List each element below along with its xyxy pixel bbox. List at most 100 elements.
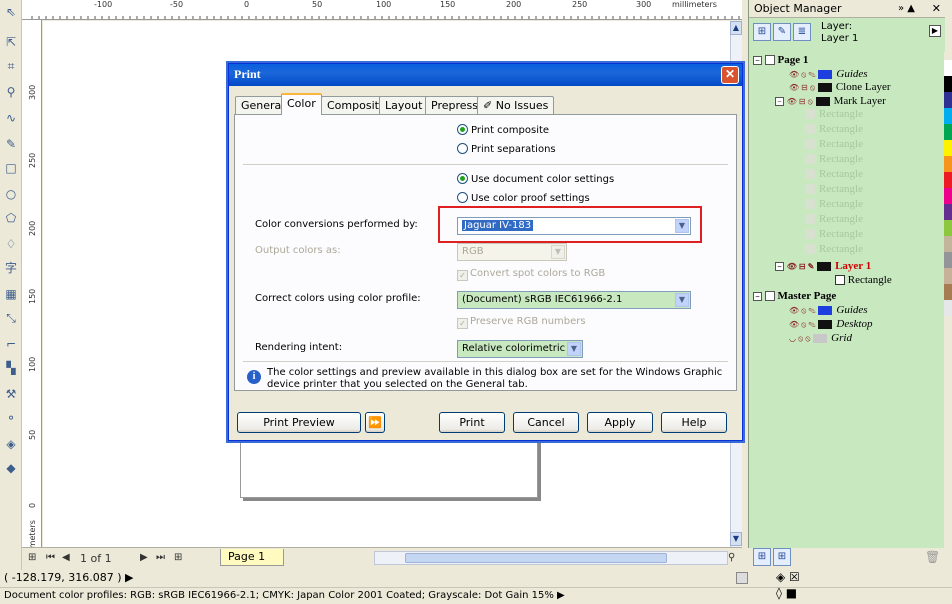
outline-indicator-icon[interactable]: ◊ ■ <box>776 586 797 600</box>
print-button[interactable]: Print <box>439 412 505 433</box>
zoom-tool-icon[interactable]: ⚲ <box>3 84 19 100</box>
tab-prepress[interactable]: Prepress <box>425 96 484 114</box>
docker-close-icon[interactable]: ✕ <box>932 0 941 17</box>
layer-visibility-icons[interactable]: 👁 ⦸ ✎ <box>789 320 816 329</box>
collapse-icon[interactable]: − <box>775 262 784 271</box>
horizontal-scroll-thumb[interactable] <box>405 553 667 563</box>
new-layer-icon[interactable]: ⊞ <box>753 548 771 566</box>
chevron-down-icon[interactable]: ▼ <box>675 293 689 307</box>
cancel-button[interactable]: Cancel <box>513 412 579 433</box>
output-colors-select[interactable]: RGB ▼ <box>457 243 567 261</box>
pick-tool-icon[interactable]: ⇖ <box>3 4 19 20</box>
tree-mark-rectangle[interactable]: Rectangle <box>805 108 863 121</box>
page-setup-icon[interactable]: ⊞ <box>28 552 36 563</box>
chevron-down-icon[interactable]: ▼ <box>567 342 581 356</box>
color-swatch[interactable] <box>944 92 952 108</box>
basic-shapes-tool-icon[interactable]: ♢ <box>3 236 19 252</box>
print-composite-radio[interactable]: Print composite <box>457 124 549 136</box>
shape-tool-icon[interactable]: ⇱ <box>3 34 19 50</box>
flyout-menu-icon[interactable]: ▶ <box>929 25 941 37</box>
fill-tool-icon[interactable]: ◈ <box>3 436 19 452</box>
last-page-button[interactable]: ⏭ <box>156 552 165 563</box>
color-swatch[interactable] <box>944 108 952 124</box>
scroll-down-button[interactable]: ▼ <box>730 532 742 546</box>
color-swatch[interactable] <box>944 300 952 316</box>
layer-manager-view-icon[interactable]: ≣ <box>793 23 811 41</box>
smart-fill-tool-icon[interactable]: ✎ <box>3 136 19 152</box>
tree-rectangle[interactable]: Rectangle <box>835 274 892 287</box>
layer-visibility-icons[interactable]: 👁 ⊟ ⦸ <box>789 83 815 92</box>
tree-mark-rectangle[interactable]: Rectangle <box>805 123 863 136</box>
document-color-profiles[interactable]: Document color profiles: RGB: sRGB IEC61… <box>4 590 554 601</box>
color-swatch[interactable] <box>944 204 952 220</box>
use-document-settings-radio[interactable]: Use document color settings <box>457 173 614 185</box>
layer-visibility-icons[interactable]: 👁 ⦸ ✎ <box>789 306 816 315</box>
table-tool-icon[interactable]: ▦ <box>3 286 19 302</box>
collapse-icon[interactable]: − <box>775 97 784 106</box>
rectangle-tool-icon[interactable]: □ <box>3 160 19 176</box>
eyedropper-tool-icon[interactable]: ⚒ <box>3 386 19 402</box>
rendering-intent-select[interactable]: Relative colorimetric ▼ <box>457 340 583 358</box>
color-swatch[interactable] <box>944 172 952 188</box>
tree-mark-rectangle[interactable]: Rectangle <box>805 198 863 211</box>
tree-clone-layer[interactable]: 👁 ⊟ ⦸ Clone Layer <box>789 81 891 94</box>
layer-visibility-icons[interactable]: 👁 ⦸ ✎ <box>789 70 816 79</box>
preserve-rgb-checkbox[interactable]: ✓ Preserve RGB numbers <box>457 316 586 329</box>
tree-mark-rectangle[interactable]: Rectangle <box>805 228 863 241</box>
tree-desktop[interactable]: 👁 ⦸ ✎ Desktop <box>789 318 872 331</box>
tree-mark-layer[interactable]: − 👁 ⊟ ⦸ Mark Layer <box>775 95 886 108</box>
color-swatch[interactable] <box>944 236 952 252</box>
color-swatch[interactable] <box>944 188 952 204</box>
color-swatch[interactable] <box>944 60 952 76</box>
print-separations-radio[interactable]: Print separations <box>457 143 556 155</box>
delete-icon[interactable]: 🗑 <box>925 550 940 564</box>
zoom-icon[interactable]: ⚲ <box>728 552 735 563</box>
expand-arrow-icon[interactable]: ▶ <box>557 590 565 601</box>
ellipse-tool-icon[interactable]: ○ <box>3 186 19 202</box>
chevron-down-icon[interactable]: ▼ <box>551 245 565 259</box>
status-settings-icon[interactable] <box>736 572 748 584</box>
collapse-icon[interactable]: − <box>753 292 762 301</box>
tree-grid[interactable]: ◡ ⦸ ⦸ Grid <box>789 332 852 345</box>
help-button[interactable]: Help <box>661 412 727 433</box>
color-swatch[interactable] <box>944 140 952 156</box>
horizontal-scrollbar[interactable] <box>374 551 728 565</box>
scroll-up-button[interactable]: ▲ <box>730 21 742 35</box>
page-tab[interactable]: Page 1 <box>220 549 284 566</box>
color-swatch[interactable] <box>944 268 952 284</box>
color-swatch[interactable] <box>944 156 952 172</box>
previous-page-button[interactable]: ◀ <box>62 552 70 563</box>
print-preview-button[interactable]: Print Preview <box>237 412 361 433</box>
tree-master-page[interactable]: − Master Page <box>753 290 836 303</box>
tree-layer-1[interactable]: − 👁 ⊟ ✎ Layer 1 <box>775 260 871 273</box>
next-page-button[interactable]: ▶ <box>140 552 148 563</box>
tab-layout[interactable]: Layout <box>379 96 429 114</box>
apply-button[interactable]: Apply <box>587 412 653 433</box>
tree-mark-rectangle[interactable]: Rectangle <box>805 138 863 151</box>
layer-visibility-icons[interactable]: ◡ ⦸ ⦸ <box>789 334 810 343</box>
tree-mark-rectangle[interactable]: Rectangle <box>805 243 863 256</box>
expand-arrow-icon[interactable]: ▶ <box>125 571 133 584</box>
dimension-tool-icon[interactable]: ⤡ <box>3 310 19 326</box>
connector-tool-icon[interactable]: ⌐ <box>3 336 19 352</box>
tree-page-1[interactable]: − Page 1 <box>753 54 808 67</box>
add-page-icon[interactable]: ⊞ <box>174 552 182 563</box>
layer-visibility-icons[interactable]: 👁 ⊟ ✎ <box>787 262 815 271</box>
collapse-icon[interactable]: − <box>753 56 762 65</box>
interactive-fill-tool-icon[interactable]: ◆ <box>3 460 19 476</box>
crop-tool-icon[interactable]: ⌗ <box>3 58 19 74</box>
color-swatch[interactable] <box>944 252 952 268</box>
color-swatch[interactable] <box>944 76 952 92</box>
show-properties-icon[interactable]: ⊞ <box>753 23 771 41</box>
convert-spot-colors-checkbox[interactable]: ✓ Convert spot colors to RGB <box>457 268 605 281</box>
layer-visibility-icons[interactable]: 👁 ⊟ ⦸ <box>787 97 813 106</box>
tree-mark-rectangle[interactable]: Rectangle <box>805 168 863 181</box>
freehand-tool-icon[interactable]: ∿ <box>3 110 19 126</box>
color-swatch[interactable] <box>944 220 952 236</box>
tree-mark-rectangle[interactable]: Rectangle <box>805 153 863 166</box>
outline-tool-icon[interactable]: ⚬ <box>3 410 19 426</box>
close-icon[interactable]: ✕ <box>721 66 739 84</box>
text-tool-icon[interactable]: 字 <box>3 260 19 276</box>
fill-indicator-icon[interactable]: ◈ ☒ <box>776 570 800 584</box>
polygon-tool-icon[interactable]: ⬠ <box>3 210 19 226</box>
